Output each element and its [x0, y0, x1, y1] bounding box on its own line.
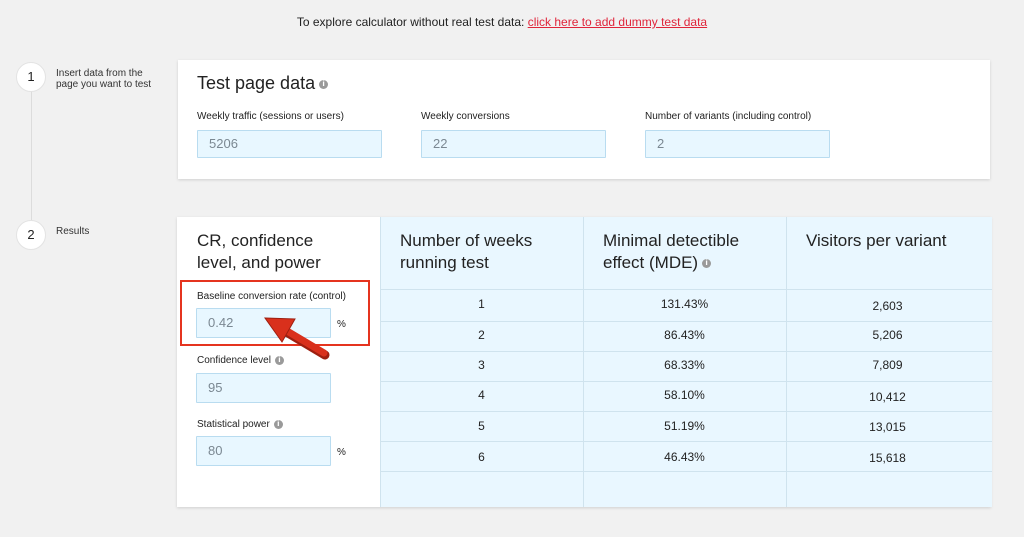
visitors-cell: 15,618 — [869, 451, 906, 465]
statistical-power-unit: % — [337, 447, 346, 458]
mde-cell: 131.43% — [660, 297, 709, 311]
step-2-badge: 2 — [16, 220, 46, 250]
variants-input[interactable]: 2 — [645, 130, 830, 158]
statistical-power-label: Statistical power i — [197, 419, 283, 430]
variants-label: Number of variants (including control) — [645, 111, 812, 122]
weeks-header-line-1: Number of weeks — [400, 231, 533, 250]
test-page-data-title: Test page data i — [197, 73, 329, 94]
cr-title-line-1: CR, confidence — [197, 231, 314, 250]
weeks-column-header: Number of weeks running test — [400, 230, 532, 274]
weeks-cell: 2 — [478, 328, 485, 342]
weekly-traffic-input[interactable]: 5206 — [197, 130, 382, 158]
visitors-cell: 7,809 — [872, 358, 903, 372]
row-divider — [380, 381, 992, 382]
weeks-header-line-2: running test — [400, 253, 489, 272]
weeks-cell: 3 — [478, 358, 485, 372]
visitors-cell: 5,206 — [872, 328, 903, 342]
weeks-cell: 5 — [478, 419, 485, 433]
step-1-badge: 1 — [16, 62, 46, 92]
mde-header-line-2-text: effect (MDE) — [603, 253, 699, 272]
mde-header-line-1: Minimal detectible — [603, 231, 740, 250]
row-divider — [380, 289, 992, 290]
row-divider — [380, 321, 992, 322]
info-icon[interactable]: i — [319, 79, 329, 89]
mde-cell: 68.33% — [664, 358, 705, 372]
row-divider — [380, 471, 992, 472]
weeks-cell: 1 — [478, 297, 485, 311]
mde-cell: 58.10% — [664, 388, 705, 402]
weekly-conversions-label: Weekly conversions — [421, 111, 510, 122]
mde-cell: 46.43% — [664, 450, 705, 464]
cr-title-line-2: level, and power — [197, 253, 321, 272]
step-1-label: Insert data from the page you want to te… — [56, 68, 152, 90]
mde-column-header: Minimal detectible effect (MDE) i — [603, 230, 739, 274]
row-divider — [380, 441, 992, 442]
red-arrow-icon — [264, 317, 330, 360]
statistical-power-label-text: Statistical power — [197, 419, 270, 430]
mde-cell: 86.43% — [664, 328, 705, 342]
info-icon[interactable]: i — [702, 259, 712, 269]
statistical-power-input[interactable]: 80 — [196, 436, 331, 466]
test-page-data-card: Test page data i Weekly traffic (sessions… — [178, 60, 990, 179]
info-icon[interactable]: i — [273, 419, 283, 429]
mde-cell: 51.19% — [664, 419, 705, 433]
row-divider — [380, 351, 992, 352]
row-divider — [380, 411, 992, 412]
confidence-level-input[interactable]: 95 — [196, 373, 331, 403]
mde-header-line-2: effect (MDE) i — [603, 252, 739, 274]
weeks-cell: 6 — [478, 450, 485, 464]
results-table: Number of weeks running test Minimal det… — [380, 217, 992, 507]
visitors-cell: 10,412 — [869, 390, 906, 404]
weeks-cell: 4 — [478, 388, 485, 402]
weekly-conversions-input[interactable]: 22 — [421, 130, 606, 158]
dummy-data-note: To explore calculator without real test … — [0, 15, 1004, 29]
dummy-data-note-text: To explore calculator without real test … — [296, 15, 525, 29]
step-2-label: Results — [56, 226, 90, 237]
test-page-data-title-text: Test page data — [197, 73, 316, 93]
add-dummy-data-link[interactable]: click here to add dummy test data — [528, 15, 707, 29]
visitors-cell: 2,603 — [872, 299, 903, 313]
visitors-header-line-1: Visitors per variant — [806, 231, 947, 250]
step-connector-line — [31, 90, 32, 220]
cr-confidence-power-title: CR, confidence level, and power — [197, 230, 321, 274]
visitors-cell: 13,015 — [869, 420, 906, 434]
visitors-column-header: Visitors per variant — [806, 230, 946, 252]
weekly-traffic-label: Weekly traffic (sessions or users) — [197, 111, 344, 122]
